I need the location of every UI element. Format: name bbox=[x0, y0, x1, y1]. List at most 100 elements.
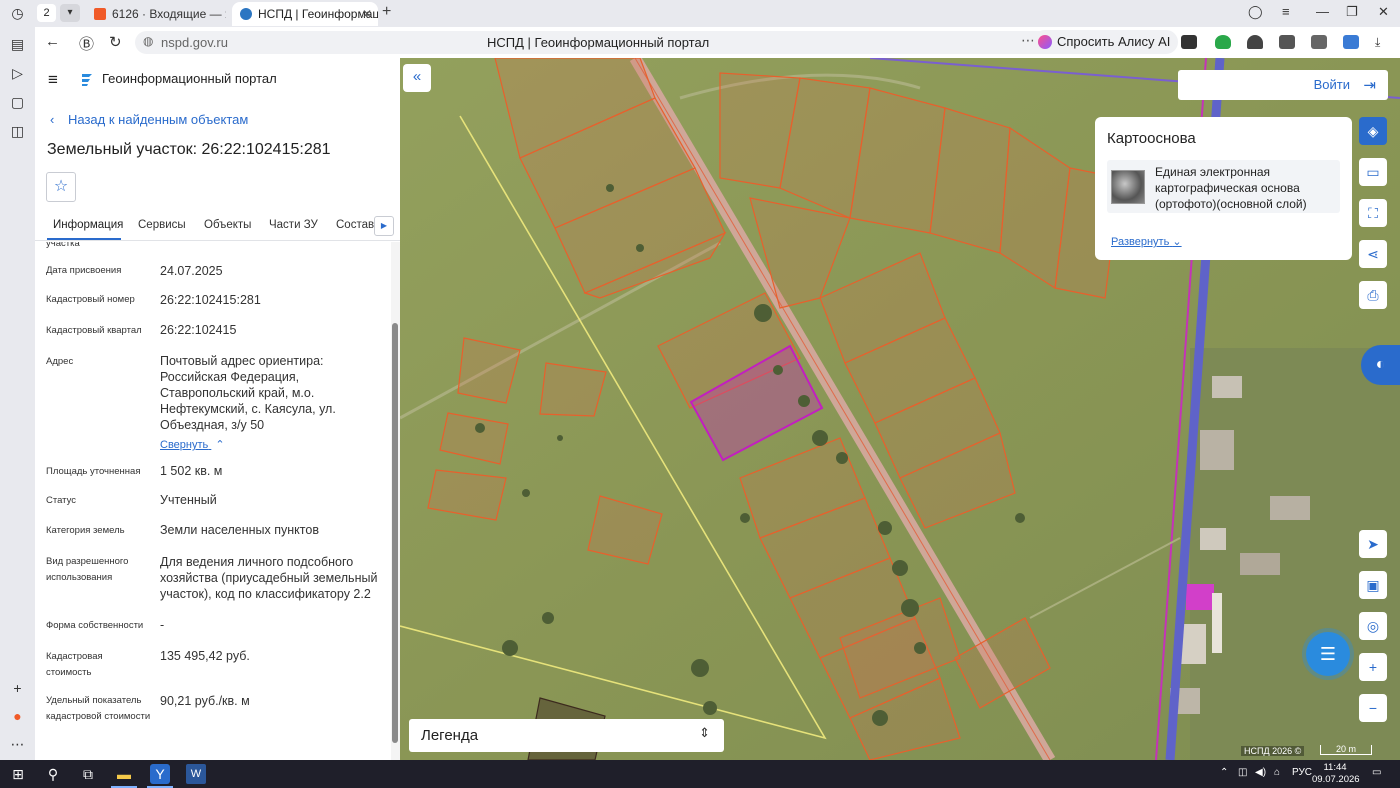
windows-taskbar: ⊞ ⚲ ⧉ ▬ Y W ⌃ ◫ ◀) ⌂ РУС 11:44 09.07.202… bbox=[0, 760, 1400, 788]
zoom-out-button[interactable]: − bbox=[1359, 694, 1387, 722]
side-panel-tab[interactable]: ◐ bbox=[1361, 345, 1400, 385]
search-pin-icon: ◎ bbox=[1366, 618, 1380, 634]
collapse-address-link[interactable]: Свернуть ⌃ bbox=[160, 438, 225, 451]
login-button[interactable]: Войти ⇥ bbox=[1178, 70, 1388, 100]
layers-button[interactable]: ◈ bbox=[1359, 117, 1387, 145]
task-view-icon[interactable]: ⧉ bbox=[78, 764, 98, 784]
print-button[interactable]: ⎙ bbox=[1359, 281, 1387, 309]
restore-icon[interactable]: ❐ bbox=[1346, 4, 1358, 20]
tab-title: НСПД | Геоинформационный портал bbox=[258, 7, 378, 21]
measure-button[interactable]: ▭ bbox=[1359, 158, 1387, 186]
windows-start-icon[interactable]: ⊞ bbox=[8, 764, 28, 784]
expand-basemap-link[interactable]: Развернуть ⌄ bbox=[1111, 235, 1182, 248]
expand-vertical-icon: ⇕ bbox=[699, 725, 710, 740]
browser-tab-mail[interactable]: 6126 · Входящие — Яндекс bbox=[86, 2, 226, 26]
browser-tab-nspd[interactable]: НСПД | Геоинформационный портал ✕ bbox=[232, 2, 378, 26]
tabs-scroll-right-icon[interactable]: ▶ bbox=[374, 216, 394, 236]
tray-chevron-icon[interactable]: ⌃ bbox=[1220, 767, 1228, 778]
network-icon[interactable]: ⌂ bbox=[1274, 767, 1280, 778]
field-label: Кадастровый квартал bbox=[46, 325, 142, 336]
share-button[interactable]: ⋖ bbox=[1359, 240, 1387, 268]
clock-date: 09.07.2026 bbox=[1312, 774, 1360, 785]
roof bbox=[1240, 553, 1280, 575]
profile-icon[interactable]: ◯ bbox=[1248, 4, 1263, 20]
roof bbox=[1212, 376, 1242, 398]
legend-dropdown[interactable]: Легенда ⇕ bbox=[409, 719, 724, 752]
back-arrow-icon[interactable]: ← bbox=[45, 33, 60, 50]
tab-information[interactable]: Информация bbox=[53, 219, 123, 231]
tab-parts[interactable]: Части ЗУ bbox=[269, 219, 318, 231]
tray-app-icon[interactable]: ◫ bbox=[1238, 767, 1247, 778]
chat-icon: ☰ bbox=[1319, 644, 1337, 664]
geolocation-button[interactable]: ➤ bbox=[1359, 530, 1387, 558]
site-security-icon[interactable]: ◍ bbox=[143, 34, 153, 48]
file-explorer-icon[interactable]: ▬ bbox=[114, 764, 134, 784]
word-icon[interactable]: W bbox=[186, 764, 206, 784]
field-value: 24.07.2025 bbox=[160, 264, 223, 278]
minimize-icon[interactable]: — bbox=[1316, 4, 1329, 19]
roof bbox=[1200, 430, 1234, 470]
collapse-label: Свернуть bbox=[160, 439, 209, 451]
map-scale-bar: 20 m bbox=[1320, 745, 1372, 755]
yandex-id-icon[interactable]: Ⓑ bbox=[79, 33, 94, 54]
minus-icon: − bbox=[1368, 700, 1378, 716]
mail-app-icon[interactable]: ● bbox=[9, 708, 26, 725]
collapse-panel-button[interactable]: « bbox=[403, 64, 431, 92]
minimap-button[interactable]: ▣ bbox=[1359, 571, 1387, 599]
taskbar-clock[interactable]: 11:44 09.07.2026 bbox=[1312, 762, 1360, 786]
volume-icon[interactable]: ◀) bbox=[1255, 767, 1266, 778]
select-area-icon: ⛶ bbox=[1368, 205, 1378, 221]
ask-alice-button[interactable]: Спросить Алису AI bbox=[1033, 30, 1179, 54]
panel-scrollbar-thumb[interactable] bbox=[392, 323, 398, 743]
more-icon[interactable]: ⋯ bbox=[9, 736, 26, 753]
zoom-in-button[interactable]: + bbox=[1359, 653, 1387, 681]
browser-menu-icon[interactable]: ≡ bbox=[1282, 4, 1290, 19]
close-window-icon[interactable]: ✕ bbox=[1378, 4, 1389, 20]
vpn-extension-icon[interactable] bbox=[1279, 35, 1295, 49]
tab-composition[interactable]: Состав bbox=[336, 219, 374, 231]
field-label: Вид разрешенного использования bbox=[46, 556, 129, 583]
notifications-icon[interactable]: ▭ bbox=[1372, 767, 1381, 778]
history-icon[interactable]: ◷ bbox=[9, 5, 26, 22]
puzzle-extension-icon[interactable] bbox=[1311, 35, 1327, 49]
search-icon[interactable]: ⚲ bbox=[43, 764, 63, 784]
tab-list-chevron-icon[interactable]: ▾ bbox=[60, 4, 80, 22]
downloads-extension-icon[interactable] bbox=[1343, 35, 1359, 49]
search-location-button[interactable]: ◎ bbox=[1359, 612, 1387, 640]
add-panel-icon[interactable]: + bbox=[9, 680, 26, 697]
field-value: 26:22:102415:281 bbox=[160, 293, 261, 307]
field-value: Для ведения личного подсобного хозяйства… bbox=[160, 555, 378, 601]
input-language[interactable]: РУС bbox=[1292, 767, 1312, 778]
chevron-up-icon: ⌃ bbox=[215, 439, 225, 451]
field-value: - bbox=[160, 618, 165, 632]
basemap-thumbnail bbox=[1111, 170, 1145, 204]
basemap-card: Картооснова Единая электронная картограф… bbox=[1095, 117, 1352, 260]
map-copyright: НСПД 2026 © bbox=[1241, 746, 1305, 756]
legend-label: Легенда bbox=[421, 727, 479, 744]
download-icon[interactable]: ⤓ bbox=[1375, 35, 1391, 49]
field-value: 26:22:102415 bbox=[160, 323, 237, 337]
extension-icon[interactable] bbox=[1181, 35, 1197, 49]
tab-services[interactable]: Сервисы bbox=[138, 219, 186, 231]
hamburger-menu-icon[interactable]: ≡ bbox=[48, 70, 58, 90]
screenshot-icon[interactable]: ◫ bbox=[9, 123, 26, 140]
tab-count-badge[interactable]: 2 bbox=[37, 4, 56, 22]
support-chat-button[interactable]: ☰ bbox=[1306, 632, 1350, 676]
back-to-results-link[interactable]: ‹ Назад к найденным объектам bbox=[50, 112, 248, 127]
tab-objects[interactable]: Объекты bbox=[204, 219, 251, 231]
yandex-browser-icon[interactable]: Y bbox=[150, 764, 170, 784]
tab-counter-icon[interactable]: ▢ bbox=[9, 94, 26, 111]
url-field[interactable]: ◍ nspd.gov.ru НСПД | Геоинформационный п… bbox=[135, 31, 1065, 54]
new-tab-icon[interactable]: + bbox=[382, 3, 391, 21]
video-icon[interactable]: ▷ bbox=[9, 65, 26, 82]
area-select-button[interactable]: ⛶ bbox=[1359, 199, 1387, 227]
hat-extension-icon[interactable] bbox=[1247, 35, 1263, 49]
close-tab-icon[interactable]: ✕ bbox=[362, 2, 372, 26]
parcel-title: Земельный участок: 26:22:102415:281 bbox=[47, 141, 331, 158]
basemap-option[interactable]: Единая электронная картографическая осно… bbox=[1107, 160, 1340, 213]
shield-extension-icon[interactable] bbox=[1215, 35, 1231, 49]
collections-icon[interactable]: ▤ bbox=[9, 36, 26, 53]
favorite-star-button[interactable]: ☆ bbox=[46, 172, 76, 202]
portal-brand: Геоинформационный портал bbox=[102, 71, 277, 86]
reload-icon[interactable]: ↻ bbox=[109, 33, 122, 51]
